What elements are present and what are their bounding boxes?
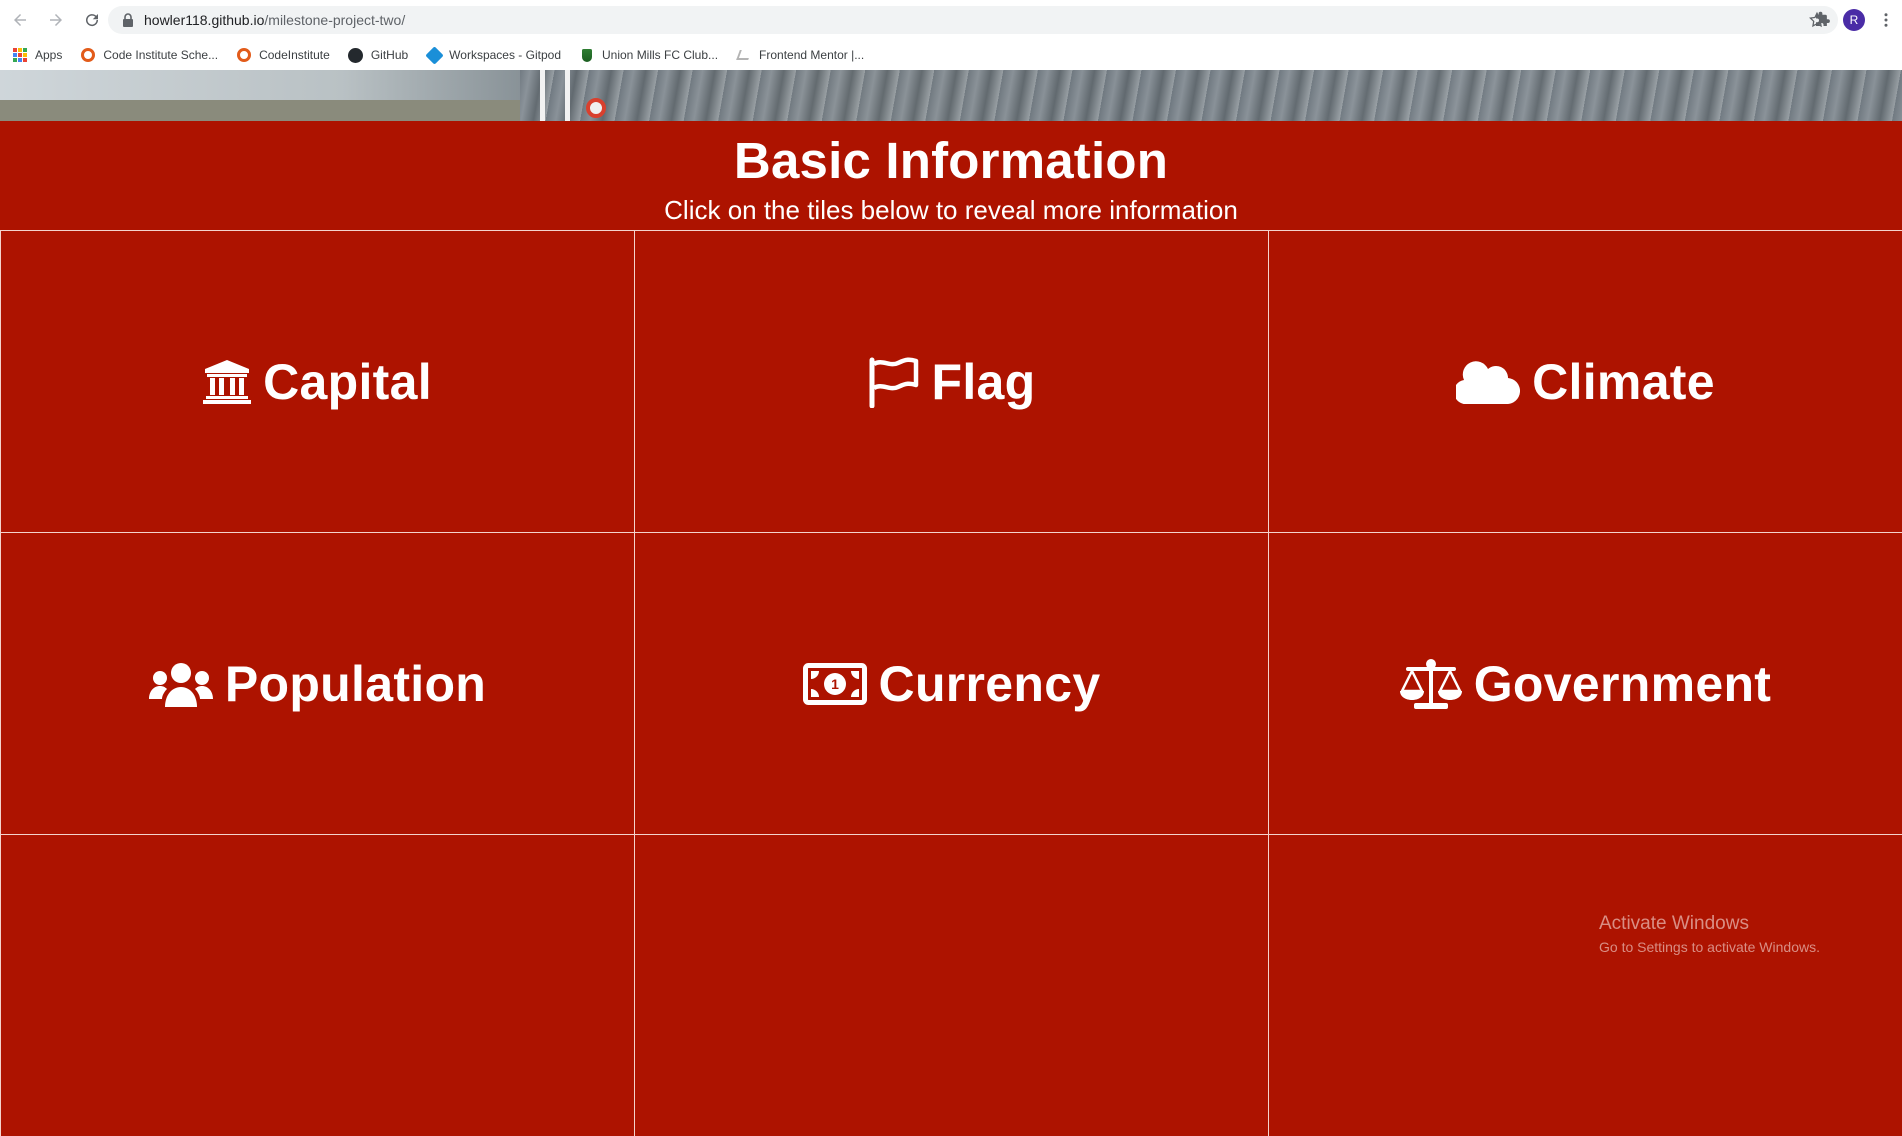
extensions-icon[interactable] (1806, 4, 1838, 36)
bookmark-github[interactable]: GitHub (348, 47, 408, 63)
users-icon (148, 661, 213, 707)
github-icon (348, 47, 364, 63)
bookmark-codeinstitute[interactable]: CodeInstitute (236, 47, 330, 63)
section-title: Basic Information (733, 132, 1169, 189)
gitpod-icon (424, 45, 444, 65)
rocky-cliffs (520, 70, 1902, 121)
tile-label: Population (224, 655, 487, 712)
tile-empty-3[interactable] (1268, 834, 1902, 1136)
bookmark-union-mills[interactable]: Union Mills FC Club... (579, 47, 718, 63)
browser-chrome: howler118.github.io/milestone-project-tw… (0, 0, 1902, 70)
profile-initial: R (1843, 9, 1865, 31)
tile-climate[interactable]: Climate (1268, 230, 1902, 532)
tile-label: Flag (931, 353, 1036, 410)
bookmark-label: CodeInstitute (259, 48, 330, 62)
bookmark-code-institute-schedule[interactable]: Code Institute Sche... (80, 47, 218, 63)
bookmark-label: GitHub (370, 48, 409, 62)
tile-capital[interactable]: Capital (0, 230, 634, 532)
cloud-icon (1456, 360, 1521, 404)
profile-avatar[interactable]: R (1838, 4, 1870, 36)
svg-text:1: 1 (831, 676, 839, 692)
back-button[interactable] (4, 4, 36, 36)
bookmark-frontend-mentor[interactable]: Frontend Mentor |... (736, 47, 864, 63)
tile-currency[interactable]: 1 Currency (634, 532, 1268, 834)
bookmark-label: Union Mills FC Club... (602, 48, 719, 62)
bookmark-label: Frontend Mentor |... (759, 48, 865, 62)
url-host: howler118.github.io (144, 12, 265, 28)
watermark-subtitle: Go to Settings to activate Windows. (1599, 939, 1820, 955)
hero-image (0, 70, 1902, 121)
landmark-icon (203, 359, 252, 404)
apps-grid-icon (12, 47, 28, 63)
lock-icon (122, 13, 134, 27)
balance-scale-icon (1399, 658, 1462, 709)
flag-icon (868, 356, 920, 408)
url-path: /milestone-project-two/ (264, 12, 406, 28)
forward-button[interactable] (40, 4, 72, 36)
reload-icon (86, 14, 99, 27)
code-institute-icon (236, 47, 252, 63)
bookmark-label: Code Institute Sche... (103, 48, 219, 62)
browser-toolbar: howler118.github.io/milestone-project-tw… (0, 0, 1902, 40)
watermark-title: Activate Windows (1599, 913, 1749, 934)
tile-government[interactable]: Government (1268, 532, 1902, 834)
money-bill-icon: 1 (802, 662, 867, 705)
arrow-left-icon (14, 14, 26, 26)
menu-kebab-icon[interactable] (1870, 4, 1902, 36)
life-buoy (586, 98, 606, 118)
basic-info-header: Basic Information Click on the tiles bel… (0, 121, 1902, 231)
harbour-wall (0, 100, 520, 121)
tile-empty-1[interactable] (0, 834, 634, 1136)
section-subtitle: Click on the tiles below to reveal more … (664, 195, 1238, 225)
reload-button[interactable] (76, 4, 108, 36)
union-mills-icon (579, 47, 595, 63)
tile-label: Capital (263, 353, 432, 410)
bookmark-label: Apps (35, 48, 63, 62)
frontend-mentor-icon (736, 47, 752, 63)
bookmark-gitpod[interactable]: Workspaces - Gitpod (424, 45, 561, 65)
tile-empty-2[interactable] (634, 834, 1268, 1136)
tile-population[interactable]: Population (0, 532, 634, 834)
lighthouse-tower (540, 70, 570, 121)
arrow-right-icon (50, 14, 62, 26)
tile-label: Currency (878, 655, 1101, 712)
tile-flag[interactable]: Flag (634, 230, 1268, 532)
bookmark-label: Workspaces - Gitpod (449, 48, 561, 62)
tile-label: Government (1473, 655, 1772, 712)
address-bar[interactable]: howler118.github.io/milestone-project-tw… (108, 6, 1838, 34)
tile-label: Climate (1532, 353, 1715, 410)
windows-activation-watermark: Activate Windows Go to Settings to activ… (1599, 913, 1820, 955)
code-institute-icon (80, 47, 96, 63)
bookmarks-bar: Apps Code Institute Sche... CodeInstitut… (0, 40, 1902, 70)
info-tiles-grid: Capital Flag Climate Population 1 Curren… (0, 230, 1902, 1136)
bookmark-apps[interactable]: Apps (12, 47, 62, 63)
toolbar-right: R (1806, 4, 1902, 36)
